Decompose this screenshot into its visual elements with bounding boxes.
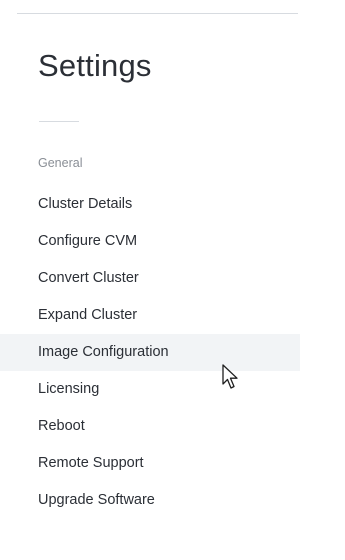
menu-item-upgrade-software[interactable]: Upgrade Software [0,482,300,519]
settings-panel: Settings General Cluster Details Configu… [0,0,345,560]
menu-item-image-configuration[interactable]: Image Configuration [0,334,300,371]
settings-menu: Cluster Details Configure CVM Convert Cl… [0,186,300,519]
menu-item-licensing[interactable]: Licensing [0,371,300,408]
menu-item-reboot[interactable]: Reboot [0,408,300,445]
title-divider [39,121,79,122]
menu-item-cluster-details[interactable]: Cluster Details [0,186,300,223]
menu-item-expand-cluster[interactable]: Expand Cluster [0,297,300,334]
menu-item-configure-cvm[interactable]: Configure CVM [0,223,300,260]
menu-item-convert-cluster[interactable]: Convert Cluster [0,260,300,297]
page-title: Settings [38,48,152,83]
top-divider [17,13,298,14]
mouse-pointer-icon [222,364,238,389]
section-label-general: General [38,156,83,170]
menu-item-remote-support[interactable]: Remote Support [0,445,300,482]
